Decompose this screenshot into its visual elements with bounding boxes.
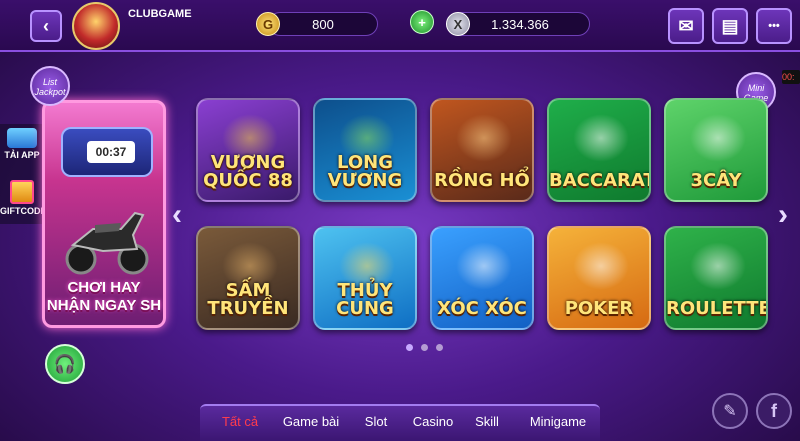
game-tile[interactable]: XÓC XÓC [430,226,534,330]
game-art [690,114,746,162]
jackpot-list-button[interactable]: List Jackpot [30,66,70,106]
mail-icon: ✉ [678,15,694,36]
edit-button[interactable]: ✎ [712,393,748,429]
next-page-arrow[interactable]: › [778,198,788,232]
category-tab[interactable]: Skill [470,411,504,433]
xu-balance-pill: 1.334.366 [450,12,590,36]
chevron-right-icon: › [778,198,788,231]
xu-coin-icon: X [446,12,470,36]
game-title: SẤM TRUYỀN [207,280,289,319]
promo-timer: 00:37 [87,141,135,163]
category-tab[interactable]: Slot [358,411,394,433]
game-tile[interactable]: 3CÂY [664,98,768,202]
back-button[interactable]: ‹ [30,10,62,42]
chevron-left-icon: ‹ [172,198,182,231]
category-tab[interactable]: Game bài [278,411,344,433]
page-dot[interactable] [436,344,443,351]
gold-coin-glyph: G [262,16,274,32]
app-icon [7,128,37,148]
game-art [690,242,746,290]
back-icon: ‹ [43,15,49,36]
download-app-button[interactable]: TẢI APP [0,124,44,176]
game-tile[interactable]: VƯƠNG QUỐC 88 [196,98,300,202]
category-tab[interactable]: Tất cả [216,411,264,433]
avatar[interactable] [72,2,120,50]
edit-icon: ✎ [723,403,737,420]
download-app-label: TẢI APP [4,150,40,160]
game-title: XÓC XÓC [437,298,527,319]
more-button[interactable]: ••• [756,8,792,44]
gold-balance: 800 [312,16,334,32]
facebook-button[interactable]: f [756,393,792,429]
username: CLUBGAME [128,8,192,20]
gold-coin-icon: G [256,12,280,36]
prev-page-arrow[interactable]: ‹ [172,198,182,232]
mail-button[interactable]: ✉ [668,8,704,44]
game-art [573,114,629,162]
game-tile[interactable]: THỦY CUNG [313,226,417,330]
game-art [456,114,512,162]
shop-icon: ▤ [721,15,739,36]
game-title: RỒNG HỔ [434,170,530,191]
promo-text: CHƠI HAY NHẬN NGAY SH [45,279,163,315]
promo-line-2: NHẬN NGAY SH [46,297,162,314]
scooter-illustration [65,211,149,275]
minigame-timer: 00: [782,70,800,84]
game-tile[interactable]: LONG VƯƠNG [313,98,417,202]
game-lobby: ‹ CLUBGAME 800 G + 1.334.366 X ✉ ▤ ••• T… [0,0,800,441]
giftcode-label: GIFTCODE [0,206,47,216]
page-dot[interactable] [421,344,428,351]
facebook-icon: f [771,400,777,421]
game-tile[interactable]: ROULETTE [664,226,768,330]
game-title: POKER [564,298,634,319]
xu-balance: 1.334.366 [491,16,549,32]
game-art [456,242,512,290]
game-title: LONG VƯƠNG [327,152,403,191]
headset-icon: 🎧 [53,353,77,374]
game-title: BACCARAT [549,170,651,191]
page-dot[interactable] [406,344,413,351]
category-tab[interactable]: Casino [408,411,458,433]
game-tile[interactable]: RỒNG HỔ [430,98,534,202]
support-button[interactable]: 🎧 [45,344,85,384]
more-icon: ••• [768,20,780,32]
game-art [573,242,629,290]
game-tile[interactable]: BACCARAT [547,98,651,202]
game-tile[interactable]: SẤM TRUYỀN [196,226,300,330]
promo-banner[interactable]: 00:37 CHƠI HAY NHẬN NGAY SH [42,100,166,328]
gold-balance-pill: 800 [268,12,378,36]
xu-coin-glyph: X [453,16,463,32]
category-tab[interactable]: Minigame [522,411,594,433]
game-title: ROULETTE [666,298,768,319]
game-title: THỦY CUNG [336,280,394,319]
plus-icon: + [418,14,426,30]
shop-button[interactable]: ▤ [712,8,748,44]
giftcode-button[interactable]: GIFTCODE [0,176,47,224]
game-title: 3CÂY [690,170,742,191]
game-tile[interactable]: POKER [547,226,651,330]
promo-line-1: CHƠI HAY [67,279,141,296]
gift-icon [10,180,34,204]
add-funds-button[interactable]: + [410,10,434,34]
jackpot-list-label: List Jackpot [34,77,66,97]
game-title: VƯƠNG QUỐC 88 [203,152,293,191]
